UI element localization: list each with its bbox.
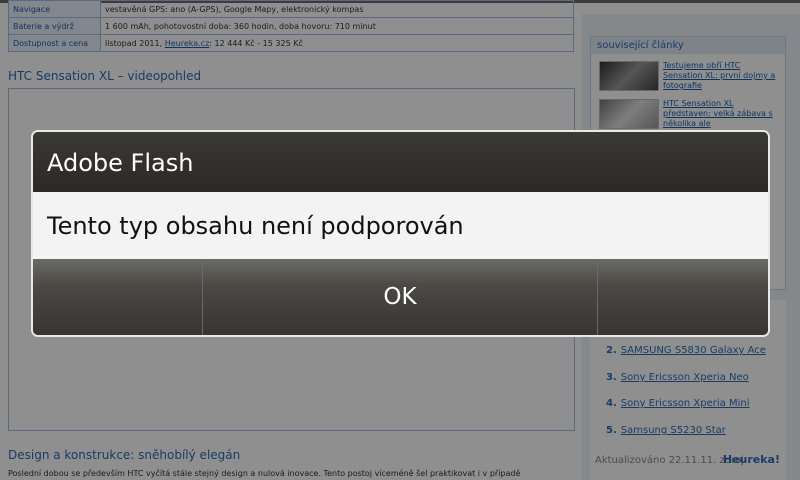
dialog-message: Tento typ obsahu není podporován — [33, 192, 768, 259]
empty-button-slot-left — [33, 259, 203, 335]
dialog-title: Adobe Flash — [33, 132, 768, 192]
empty-button-slot-right — [597, 259, 768, 335]
dialog-button-bar: OK — [33, 259, 768, 335]
flash-dialog: Adobe Flash Tento typ obsahu není podpor… — [31, 130, 770, 337]
ok-button[interactable]: OK — [203, 259, 597, 335]
